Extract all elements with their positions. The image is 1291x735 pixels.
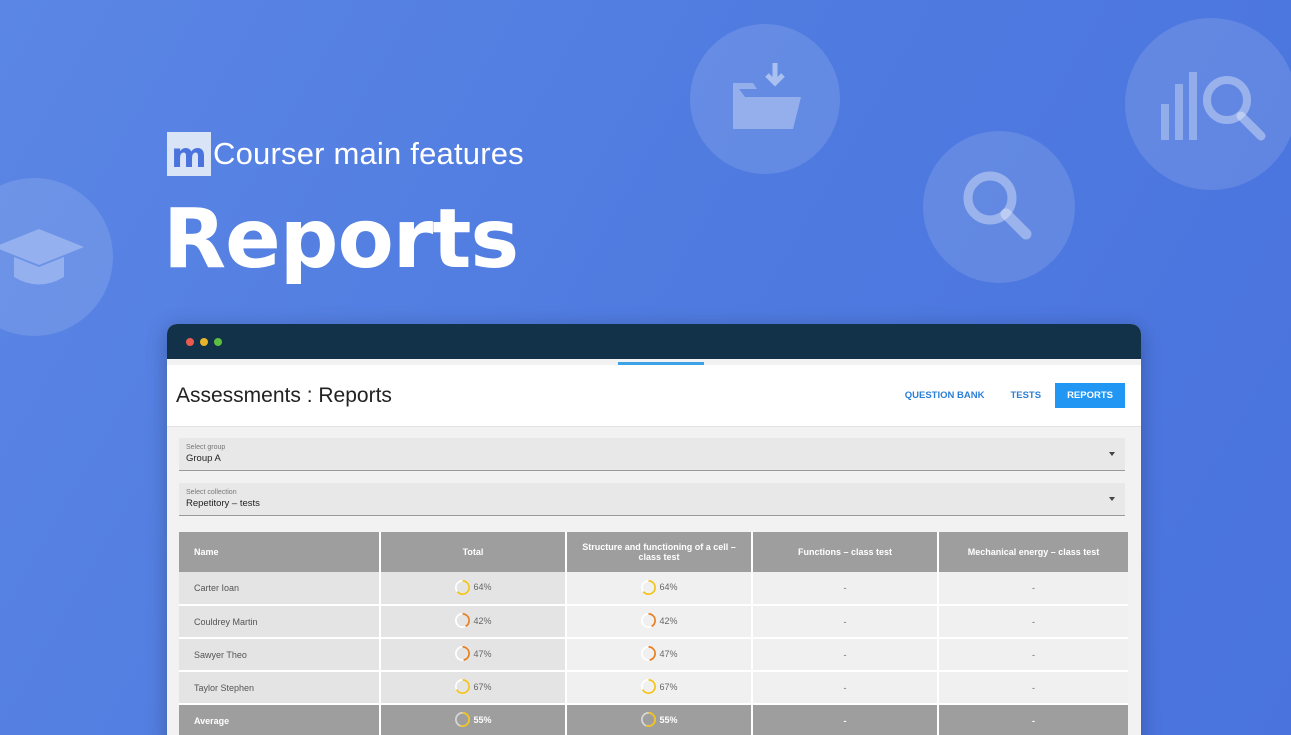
total-score-value: 55% [473, 714, 492, 725]
progress-ring-icon [641, 712, 657, 727]
progress-ring-icon [641, 646, 657, 661]
energy-score: - [938, 671, 1128, 705]
structure-score-value: 55% [659, 714, 678, 725]
progress-ring-icon [455, 579, 471, 595]
brand-tagline: Courser main features [213, 136, 524, 171]
search-icon [923, 131, 1075, 283]
app-window: Assessments : Reports QUESTION BANK TEST… [167, 324, 1141, 735]
structure-score: 55% [566, 704, 753, 735]
collection-select[interactable]: Select collection Repetitory – tests [179, 483, 1125, 516]
energy-score: - [938, 638, 1128, 672]
minimize-window-dot[interactable] [200, 337, 208, 346]
table-row: Couldrey Martin 42% 42% - - [179, 605, 1128, 639]
window-titlebar [167, 324, 1141, 359]
student-name[interactable]: Carter Ioan [179, 572, 381, 606]
brand: m Courser main features [167, 132, 524, 176]
total-score-value: 42% [473, 615, 492, 626]
progress-ring-icon [455, 712, 471, 727]
total-score: 55% [380, 704, 567, 735]
structure-score: 47% [566, 638, 753, 672]
total-score: 67% [380, 671, 567, 705]
collection-select-value: Repetitory – tests [186, 498, 260, 509]
structure-score: 64% [566, 572, 753, 606]
progress-ring-icon [641, 679, 657, 694]
progress-ring-icon [455, 646, 471, 661]
table-row: Carter Ioan 64% 64% - - [179, 572, 1128, 606]
table-header-row: Name Total Structure and functioning of … [179, 532, 1128, 572]
group-select-value: Group A [186, 453, 221, 464]
analytics-search-icon [1125, 18, 1291, 190]
energy-score: - [938, 605, 1128, 639]
structure-score-value: 47% [659, 648, 678, 659]
student-name[interactable]: Sawyer Theo [179, 638, 381, 672]
brand-logo: m [167, 132, 211, 176]
total-score-value: 64% [473, 582, 492, 592]
close-window-dot[interactable] [186, 337, 194, 346]
app-header: Assessments : Reports QUESTION BANK TEST… [167, 365, 1141, 427]
header-total[interactable]: Total [380, 532, 567, 572]
graduation-cap-icon [0, 178, 113, 336]
group-select[interactable]: Select group Group A [179, 438, 1125, 471]
group-select-label: Select group [186, 444, 226, 451]
chevron-down-icon[interactable] [1109, 497, 1115, 501]
progress-ring-icon [455, 679, 471, 694]
total-score: 47% [380, 638, 567, 672]
tab-question-bank[interactable]: QUESTION BANK [893, 383, 997, 408]
progress-ring-icon [641, 579, 657, 595]
structure-score-value: 64% [659, 582, 678, 592]
header-energy[interactable]: Mechanical energy – class test [938, 532, 1128, 572]
page-title: Assessments : Reports [176, 383, 392, 407]
progress-ring-icon [455, 613, 471, 628]
functions-score: - [752, 572, 939, 606]
chevron-down-icon[interactable] [1109, 452, 1115, 456]
energy-score: - [938, 572, 1128, 606]
structure-score-value: 42% [659, 615, 678, 626]
total-score-value: 47% [473, 648, 492, 659]
collection-select-label: Select collection [186, 489, 237, 496]
average-row: Average 55% 55% - - [179, 704, 1128, 735]
progress-ring-icon [641, 613, 657, 628]
student-name[interactable]: Couldrey Martin [179, 605, 381, 639]
functions-score: - [752, 671, 939, 705]
energy-score: - [938, 704, 1128, 735]
table-row: Taylor Stephen 67% 67% - - [179, 671, 1128, 705]
total-score: 64% [380, 572, 567, 606]
structure-score: 42% [566, 605, 753, 639]
header-name[interactable]: Name [179, 532, 381, 572]
total-score: 42% [380, 605, 567, 639]
student-name[interactable]: Average [179, 704, 381, 735]
structure-score: 67% [566, 671, 753, 705]
maximize-window-dot[interactable] [214, 337, 222, 346]
header-structure[interactable]: Structure and functioning of a cell – cl… [566, 532, 753, 572]
structure-score-value: 67% [659, 681, 678, 692]
tab-indicator [618, 362, 704, 365]
reports-table: Name Total Structure and functioning of … [179, 532, 1128, 735]
total-score-value: 67% [473, 681, 492, 692]
table-row: Sawyer Theo 47% 47% - - [179, 638, 1128, 672]
nav-tabs: QUESTION BANK TESTS REPORTS [891, 383, 1125, 408]
tab-reports[interactable]: REPORTS [1055, 383, 1125, 408]
functions-score: - [752, 704, 939, 735]
functions-score: - [752, 605, 939, 639]
tab-tests[interactable]: TESTS [998, 383, 1053, 408]
hero-title: Reports [163, 192, 519, 287]
header-functions[interactable]: Functions – class test [752, 532, 939, 572]
download-folder-icon [690, 24, 840, 174]
functions-score: - [752, 638, 939, 672]
student-name[interactable]: Taylor Stephen [179, 671, 381, 705]
